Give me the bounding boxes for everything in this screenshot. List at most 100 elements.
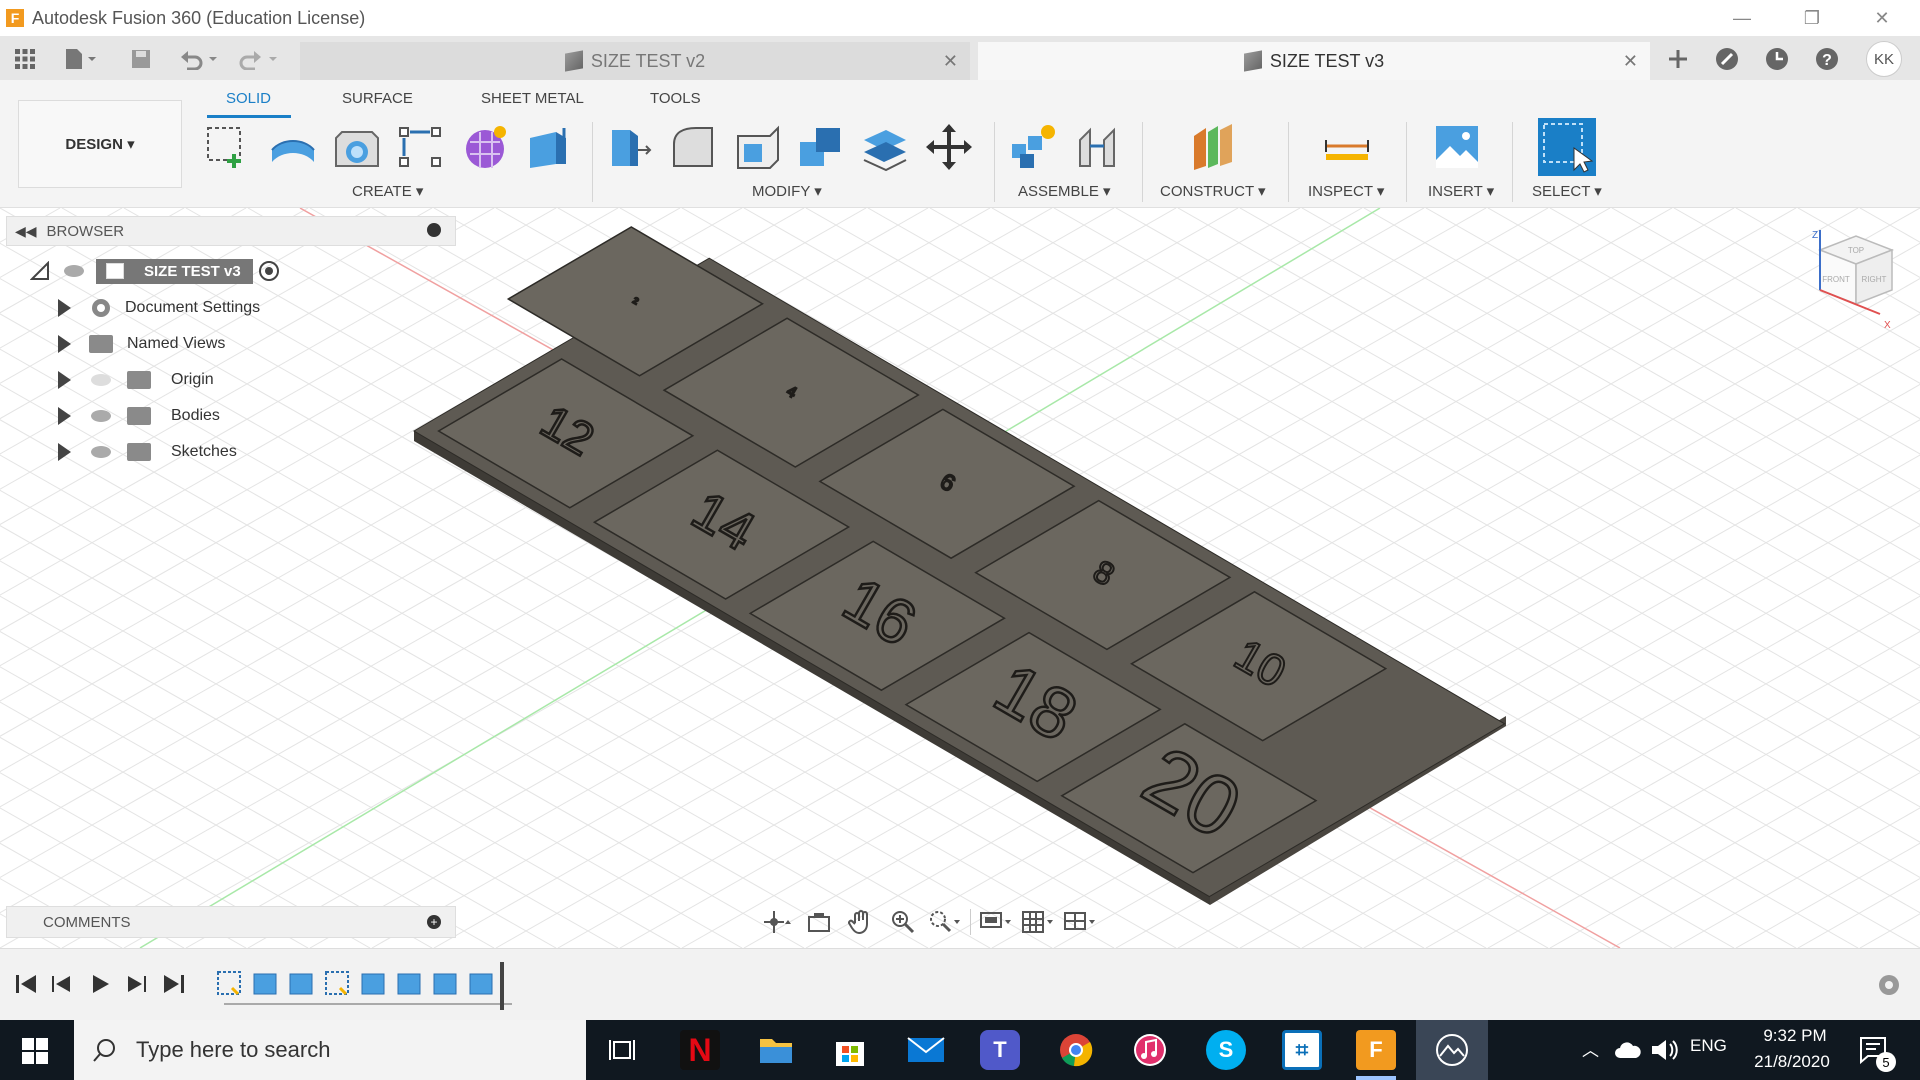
new-component-icon[interactable]	[1008, 122, 1058, 172]
form-icon[interactable]	[460, 122, 510, 172]
fusion-taskbar-icon[interactable]: F	[1356, 1030, 1396, 1070]
display-settings-icon[interactable]	[979, 908, 1013, 936]
go-to-start-icon[interactable]	[14, 972, 38, 996]
timeline-settings-gear-icon[interactable]	[1876, 972, 1902, 998]
job-status-icon[interactable]	[1762, 46, 1792, 72]
tab-sheet-metal[interactable]: SHEET METAL	[481, 90, 584, 107]
tray-expand-icon[interactable]: ︿	[1582, 1036, 1599, 1061]
mail-icon[interactable]	[906, 1030, 946, 1070]
close-window-button[interactable]: ✕	[1852, 0, 1912, 36]
teams-icon[interactable]: T	[980, 1030, 1020, 1070]
offset-plane-icon[interactable]	[1188, 122, 1238, 172]
extrude-icon[interactable]	[268, 122, 318, 172]
base-plate[interactable]	[413, 257, 1506, 898]
language-indicator[interactable]: ENG	[1690, 1036, 1727, 1056]
netflix-icon[interactable]: N	[680, 1030, 720, 1070]
new-tab-icon[interactable]	[1660, 46, 1696, 72]
fit-zoom-icon[interactable]	[928, 908, 962, 936]
modify-menu[interactable]: MODIFY ▾	[752, 182, 822, 200]
move-icon[interactable]	[924, 122, 974, 172]
navigation-bar	[760, 904, 1150, 940]
windows-start-icon[interactable]	[22, 1038, 48, 1064]
redo-icon[interactable]	[236, 46, 282, 72]
user-avatar[interactable]: KK	[1864, 41, 1904, 77]
file-menu-icon[interactable]	[60, 46, 100, 72]
select-icon[interactable]	[1538, 118, 1596, 176]
inspect-menu[interactable]: INSPECT ▾	[1308, 182, 1384, 200]
taskbar-search-box[interactable]: Type here to search	[74, 1020, 586, 1080]
chrome-icon[interactable]	[1056, 1030, 1096, 1070]
zoom-icon[interactable]	[886, 908, 920, 936]
step-forward-icon[interactable]	[124, 972, 148, 996]
timeline-extrude-4[interactable]	[397, 973, 421, 995]
add-comment-icon[interactable]: +	[427, 915, 441, 929]
shell-icon[interactable]	[732, 122, 782, 172]
tab-size-test-v3[interactable]: SIZE TEST v3 ✕	[978, 42, 1650, 80]
offset-face-icon[interactable]	[860, 122, 910, 172]
workspace-switcher-button[interactable]: DESIGN ▾	[18, 100, 182, 188]
snip-tool-icon[interactable]: ⌗	[1282, 1030, 1322, 1070]
timeline-sketch-2[interactable]	[325, 971, 349, 996]
tab-label: SIZE TEST v2	[590, 50, 706, 71]
toolbar-divider	[1142, 122, 1143, 202]
clock-time[interactable]: 9:32 PM	[1752, 1026, 1838, 1046]
insert-image-icon[interactable]	[1432, 122, 1482, 172]
measure-icon[interactable]	[1322, 122, 1372, 172]
timeline-extrude-3[interactable]	[361, 973, 385, 995]
volume-icon[interactable]	[1650, 1038, 1678, 1062]
assemble-menu[interactable]: ASSEMBLE ▾	[1018, 182, 1111, 200]
timeline-extrude-2[interactable]	[289, 973, 313, 995]
autodesk-app-icon[interactable]	[1434, 1032, 1470, 1068]
skype-icon[interactable]: S	[1206, 1030, 1246, 1070]
help-icon[interactable]: ?	[1812, 46, 1842, 72]
timeline-extrude-6[interactable]	[469, 973, 493, 995]
tab-size-test-v2[interactable]: SIZE TEST v2 ✕	[300, 42, 970, 80]
timeline-sketch-1[interactable]	[217, 971, 241, 996]
grid-settings-icon[interactable]	[1021, 908, 1055, 936]
step-back-icon[interactable]	[50, 972, 74, 996]
tab-solid[interactable]: SOLID	[226, 90, 271, 107]
tab-tools[interactable]: TOOLS	[650, 90, 701, 107]
revolve-icon[interactable]	[332, 122, 382, 172]
select-menu[interactable]: SELECT ▾	[1532, 182, 1602, 200]
rectangular-pattern-icon[interactable]	[396, 122, 446, 172]
create-sketch-icon[interactable]	[204, 122, 254, 172]
timeline-extrude-5[interactable]	[433, 973, 457, 995]
orbit-icon[interactable]	[760, 908, 794, 936]
pan-hand-icon[interactable]	[844, 908, 878, 936]
close-tab-icon[interactable]: ✕	[1623, 51, 1638, 72]
play-icon[interactable]	[88, 972, 112, 996]
joint-icon[interactable]	[1072, 122, 1122, 172]
go-to-end-icon[interactable]	[162, 972, 186, 996]
insert-menu[interactable]: INSERT ▾	[1428, 182, 1494, 200]
app-grid-icon[interactable]	[10, 46, 40, 72]
extensions-icon[interactable]	[1712, 46, 1742, 72]
undo-icon[interactable]	[176, 46, 222, 72]
close-tab-icon[interactable]: ✕	[943, 51, 958, 72]
create-menu[interactable]: CREATE ▾	[352, 182, 423, 200]
look-at-icon[interactable]	[802, 908, 836, 936]
microsoft-store-icon[interactable]	[830, 1030, 870, 1070]
size-test-model[interactable]: 1214161820246810	[0, 208, 1920, 948]
box-icon[interactable]	[524, 122, 574, 172]
combine-icon[interactable]	[796, 122, 846, 172]
file-explorer-icon[interactable]	[756, 1030, 796, 1070]
tab-label: SIZE TEST v3	[1269, 50, 1385, 71]
press-pull-icon[interactable]	[604, 122, 654, 172]
timeline-extrude-1[interactable]	[253, 973, 277, 995]
fillet-icon[interactable]	[668, 122, 718, 172]
active-app-indicator	[1356, 1076, 1396, 1080]
minimize-button[interactable]: —	[1712, 0, 1772, 36]
itunes-icon[interactable]	[1130, 1030, 1170, 1070]
restore-button[interactable]: ❐	[1782, 0, 1842, 36]
comments-panel-header[interactable]: COMMENTS +	[6, 906, 456, 938]
comments-title: COMMENTS	[43, 913, 131, 931]
tab-surface[interactable]: SURFACE	[342, 90, 413, 107]
timeline-marker[interactable]	[500, 962, 504, 1010]
save-icon[interactable]	[128, 46, 154, 72]
clock-date[interactable]: 21/8/2020	[1744, 1052, 1840, 1072]
onedrive-cloud-icon[interactable]	[1614, 1040, 1642, 1060]
viewports-icon[interactable]	[1063, 908, 1097, 936]
construct-menu[interactable]: CONSTRUCT ▾	[1160, 182, 1266, 200]
task-view-icon[interactable]	[608, 1036, 636, 1064]
